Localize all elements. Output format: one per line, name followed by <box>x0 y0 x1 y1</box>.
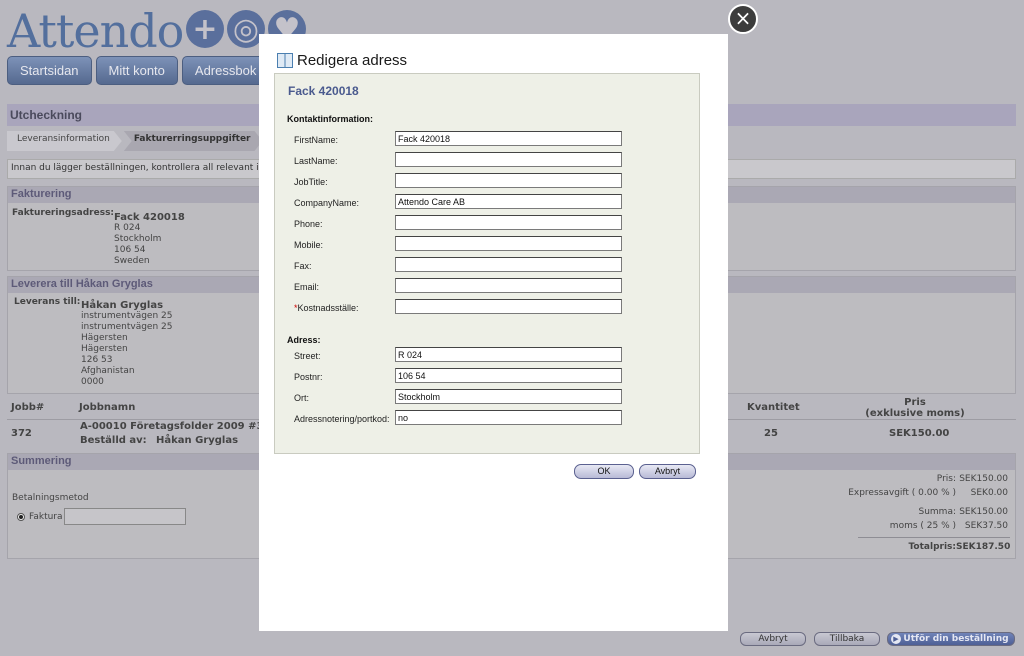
plus-icon: + <box>186 10 224 48</box>
delivery-line: 126 53 <box>81 355 113 365</box>
company-label: CompanyName: <box>294 198 360 208</box>
footer-cancel-button[interactable]: Avbryt <box>740 632 806 646</box>
ordered-by-label: Beställd av: <box>80 435 147 446</box>
payment-reference-input[interactable] <box>64 508 186 525</box>
jobtitle-input[interactable] <box>395 173 622 188</box>
checkout-steps: Leveransinformation Fakturerringsuppgift… <box>7 131 295 151</box>
billing-address-line: Sweden <box>114 256 150 266</box>
nav-home[interactable]: Startsidan <box>7 56 92 85</box>
payment-radio[interactable] <box>17 513 25 521</box>
sum-value: SEK150.00 <box>959 507 1008 517</box>
billing-address: Fack 420018 R 024 Stockholm 106 54 Swede… <box>114 212 185 267</box>
delivery-line: Håkan Gryglas <box>81 300 164 311</box>
vat-label: moms ( 25 % ) <box>889 521 956 531</box>
step-delivery-info[interactable]: Leveransinformation <box>7 131 122 151</box>
lastname-input[interactable] <box>395 152 622 167</box>
job-name[interactable]: A-00010 Företagsfolder 2009 #372 <box>80 421 277 432</box>
col-job-name: Jobbnamn <box>79 402 136 413</box>
express-label: Expressavgift ( 0.00 % ) <box>848 488 956 498</box>
submit-order-label: Utför din beställning <box>903 634 1009 644</box>
delivery-line: Hägersten <box>81 344 128 354</box>
dialog-title-text: Redigera adress <box>297 52 408 69</box>
col-price-sub: (exklusive moms) <box>865 408 965 419</box>
billing-address-label: Faktureringsadress: <box>12 208 115 218</box>
job-no: 372 <box>11 428 32 439</box>
phone-input[interactable] <box>395 215 622 230</box>
postnr-label: Postnr: <box>294 372 323 382</box>
cancel-button[interactable]: Avbryt <box>639 464 696 479</box>
delivery-line: 0000 <box>81 377 104 387</box>
step-billing-info[interactable]: Fakturerringsuppgifter <box>124 131 263 151</box>
express-value: SEK0.00 <box>970 488 1008 498</box>
delivery-address: Håkan Gryglas instrumentvägen 25 instrum… <box>81 300 172 388</box>
play-icon: ▶ <box>891 634 901 644</box>
price-value: SEK150.00 <box>959 474 1008 484</box>
vat-value: SEK37.50 <box>964 521 1008 531</box>
delivery-line: Hägersten <box>81 333 128 343</box>
col-price: Pris <box>904 397 926 408</box>
summary-divider <box>858 537 1010 538</box>
lastname-label: LastName: <box>294 156 338 166</box>
street-label: Street: <box>294 351 321 361</box>
col-job-no: Jobb# <box>11 402 45 413</box>
billing-address-line: 106 54 <box>114 245 146 255</box>
mobile-label: Mobile: <box>294 240 324 250</box>
address-note-input[interactable] <box>395 410 622 425</box>
street-input[interactable] <box>395 347 622 362</box>
address-note-label: Adressnotering/portkod: <box>294 414 390 424</box>
total-value: SEK187.50 <box>956 542 1011 552</box>
ordered-by: Håkan Gryglas <box>156 435 239 446</box>
form-heading: Fack 420018 <box>288 84 359 98</box>
ok-button[interactable]: OK <box>574 464 634 479</box>
billing-address-line: Fack 420018 <box>114 212 185 223</box>
nav-address-book[interactable]: Adressbok <box>181 56 270 85</box>
postnr-input[interactable] <box>395 368 622 383</box>
firstname-label: FirstName: <box>294 135 339 145</box>
job-qty: 25 <box>764 428 778 439</box>
price-label: Pris: <box>936 474 956 484</box>
brand-logo[interactable]: Attendo <box>7 4 184 58</box>
contact-group-label: Kontaktinformation: <box>287 114 373 124</box>
city-label: Ort: <box>294 393 309 403</box>
payment-option-label: Faktura <box>29 512 63 522</box>
delivery-label: Leverans till: <box>14 297 81 307</box>
email-label: Email: <box>294 282 320 292</box>
submit-order-button[interactable]: ▶ Utför din beställning <box>887 632 1015 646</box>
fax-label: Fax: <box>294 261 312 271</box>
delivery-line: instrumentvägen 25 <box>81 311 173 321</box>
city-input[interactable] <box>395 389 622 404</box>
email-input[interactable] <box>395 278 622 293</box>
fax-input[interactable] <box>395 257 622 272</box>
nav-my-account[interactable]: Mitt konto <box>95 56 178 85</box>
payment-method-label: Betalningsmetod <box>12 493 89 503</box>
close-dialog-button[interactable]: × <box>728 4 758 34</box>
mobile-input[interactable] <box>395 236 622 251</box>
costcenter-input[interactable] <box>395 299 622 314</box>
footer-back-button[interactable]: Tillbaka <box>814 632 880 646</box>
col-quantity: Kvantitet <box>747 402 800 413</box>
job-price: SEK150.00 <box>889 428 950 439</box>
main-nav: Startsidan Mitt konto Adressbok <box>7 56 270 85</box>
sum-label: Summa: <box>918 507 957 517</box>
total-label: Totalpris: <box>908 542 956 552</box>
delivery-line: Afghanistan <box>81 366 135 376</box>
delivery-line: instrumentvägen 25 <box>81 322 173 332</box>
firstname-input[interactable] <box>395 131 622 146</box>
phone-label: Phone: <box>294 219 323 229</box>
dialog-title: Redigera adress <box>277 52 407 69</box>
costcenter-label-text: Kostnadsställe: <box>297 303 359 313</box>
billing-address-line: R 024 <box>114 223 141 233</box>
costcenter-label: *Kostnadsställe: <box>294 303 359 313</box>
address-book-icon <box>277 53 293 68</box>
jobtitle-label: JobTitle: <box>294 177 328 187</box>
address-group-label: Adress: <box>287 335 321 345</box>
billing-address-line: Stockholm <box>114 234 162 244</box>
company-input[interactable] <box>395 194 622 209</box>
